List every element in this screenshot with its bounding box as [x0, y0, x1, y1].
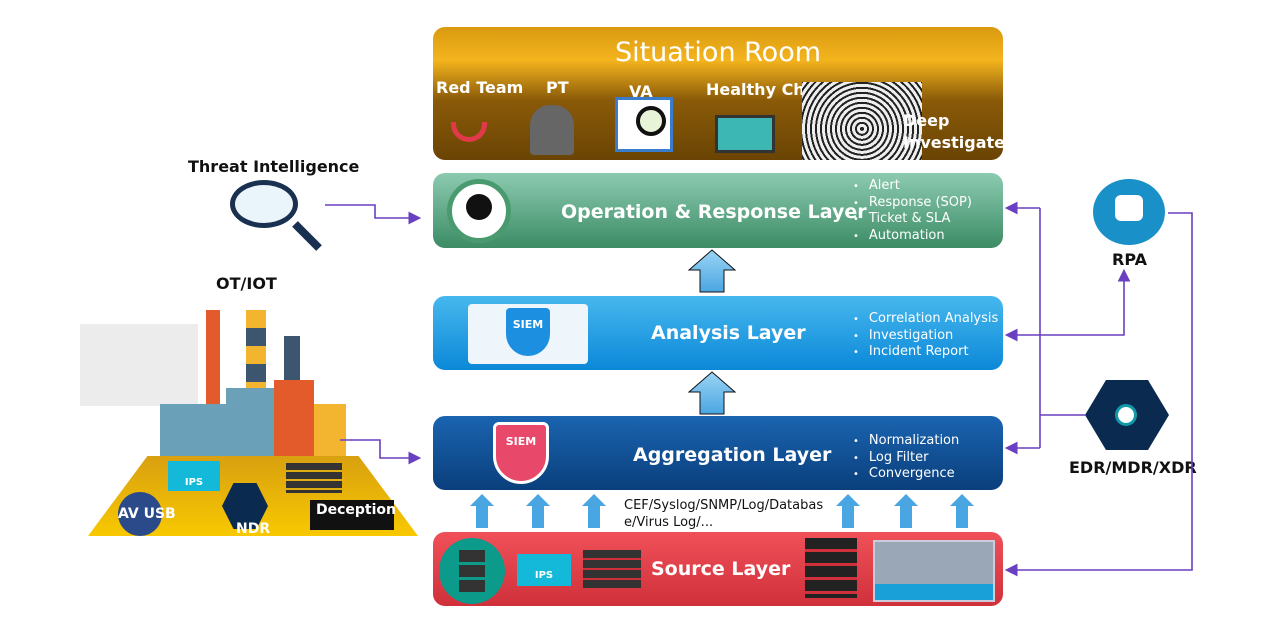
to-rpa	[1040, 268, 1131, 336]
up-arrow	[687, 249, 737, 293]
connectors	[325, 201, 1193, 577]
up-arrow	[687, 371, 737, 415]
up-arrow	[894, 494, 918, 528]
ot-connector	[340, 439, 422, 465]
up-arrow	[470, 494, 494, 528]
up-arrow	[836, 494, 860, 528]
source-arrows	[470, 494, 974, 528]
up-arrow	[582, 494, 606, 528]
ti-connector	[325, 204, 422, 225]
up-arrow	[526, 494, 550, 528]
rpa-to-source	[1004, 212, 1193, 577]
up-arrow	[950, 494, 974, 528]
